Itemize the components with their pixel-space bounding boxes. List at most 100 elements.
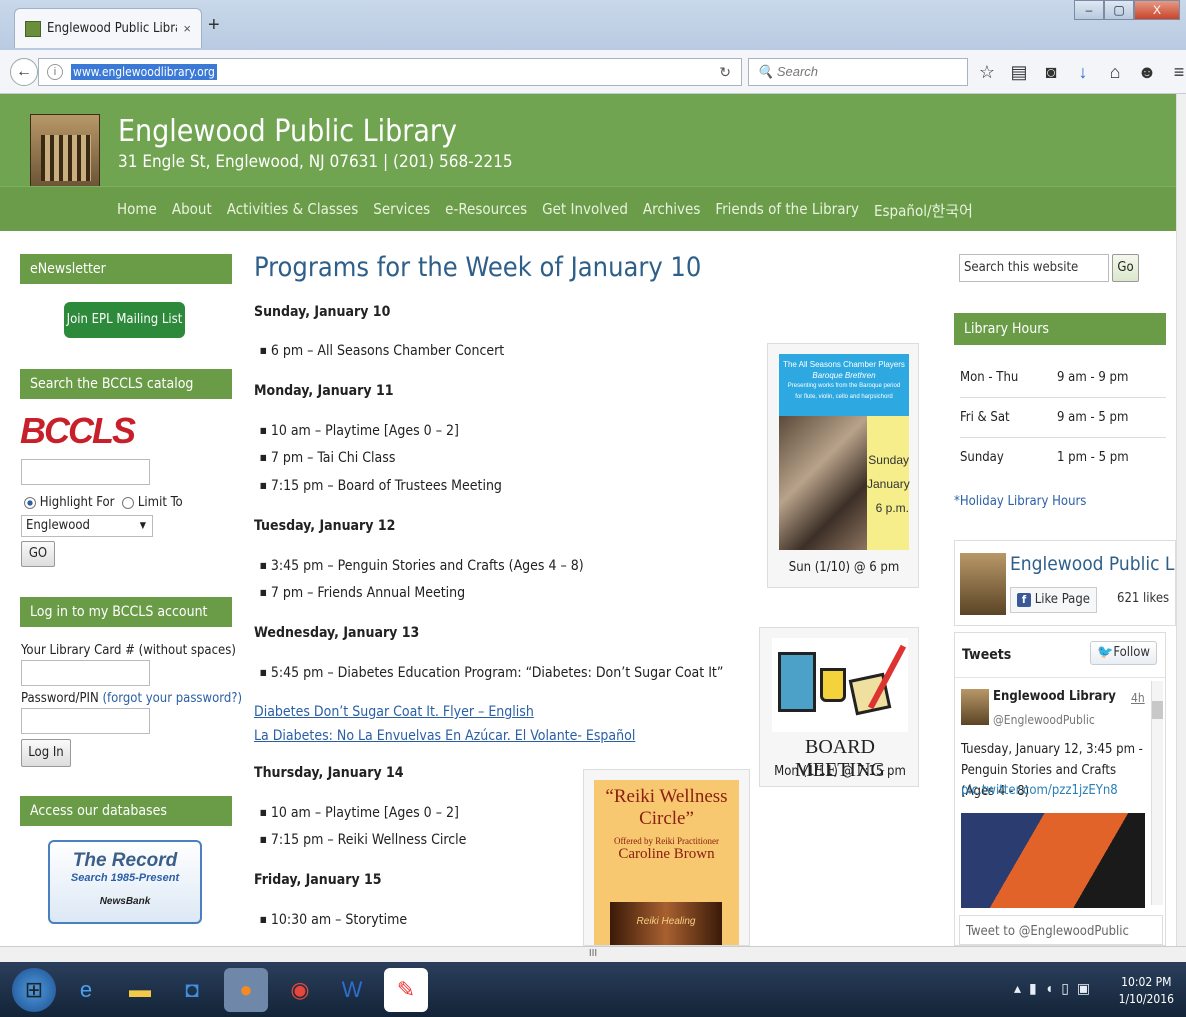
facebook-page-name[interactable]: Englewood Public Library — [1010, 553, 1186, 575]
taskbar-clock[interactable]: 10:02 PM 1/10/2016 — [1119, 974, 1174, 1008]
nav-get-involved[interactable]: Get Involved — [542, 200, 628, 221]
internet-explorer-icon[interactable]: e — [64, 968, 108, 1012]
back-arrow-icon[interactable]: ← — [10, 58, 38, 86]
site-title[interactable]: Englewood Public Library — [118, 114, 457, 149]
concert-caption: Sun (1/10) @ 6 pm — [788, 560, 900, 575]
tweet-handle[interactable]: @EnglewoodPublic — [993, 713, 1095, 727]
facebook-like-button[interactable]: f Like Page — [1010, 587, 1097, 613]
system-tray-icons[interactable]: ▴▮◖▯▣ — [1014, 980, 1098, 997]
firefox-icon[interactable]: ● — [224, 968, 268, 1012]
holiday-hours-link[interactable]: *Holiday Library Hours — [954, 494, 1086, 509]
library-card-input[interactable] — [21, 660, 150, 686]
pocket-icon[interactable]: ◙ — [1040, 62, 1062, 83]
bookmark-star-icon[interactable]: ☆ — [976, 62, 998, 83]
hours-days: Sunday — [960, 450, 1004, 465]
day-heading: Monday, January 11 — [254, 383, 394, 399]
download-icon[interactable]: ↓ — [1072, 62, 1094, 83]
tweet-link[interactable]: pic.twitter.com/pzz1jzEYn8 — [961, 783, 1118, 798]
home-icon[interactable]: ⌂ — [1104, 62, 1126, 83]
page-horizontal-scrollbar[interactable]: III — [0, 946, 1186, 962]
clock-time: 10:02 PM — [1121, 975, 1172, 989]
catalog-go-button[interactable]: GO — [21, 541, 55, 567]
twitter-follow-button[interactable]: 🐦Follow — [1090, 641, 1157, 665]
file-explorer-icon[interactable]: ▬ — [118, 968, 162, 1012]
nav-language[interactable]: Español/한국어 — [874, 200, 973, 221]
nav-activities[interactable]: Activities & Classes — [227, 200, 358, 221]
tweet-scrollbar[interactable] — [1151, 681, 1163, 905]
nav-eresources[interactable]: e-Resources — [445, 200, 527, 221]
board-meeting-card[interactable]: BOARD MEETING Mon (1/11) @ 7:15 pm — [759, 627, 919, 787]
chrome-icon[interactable]: ◉ — [278, 968, 322, 1012]
concert-side2: January — [867, 477, 910, 491]
forgot-password-link[interactable]: (forgot your password?) — [102, 691, 242, 706]
acrobat-icon[interactable]: ✎ — [384, 968, 428, 1012]
browser-search-input[interactable]: 🔍 Search — [748, 58, 968, 86]
the-record-database-link[interactable]: The Record Search 1985-Present NewsBank — [48, 840, 202, 924]
main-nav: Home About Activities & Classes Services… — [117, 200, 988, 221]
nav-about[interactable]: About — [172, 200, 212, 221]
twitter-bird-icon: 🐦 — [1097, 645, 1114, 660]
site-search-input[interactable]: Search this website — [959, 254, 1109, 282]
minimize-button[interactable]: – — [1074, 0, 1104, 20]
pin-label: Password/PIN — [21, 691, 99, 706]
bccls-logo: BCCLS — [20, 410, 136, 451]
tweet-author[interactable]: Englewood Library — [993, 689, 1116, 704]
address-bar[interactable]: i www.englewoodlibrary.org ↻ — [38, 58, 742, 86]
reading-list-icon[interactable]: ▤ — [1008, 62, 1030, 83]
outlook-icon[interactable]: ◘ — [170, 968, 214, 1012]
concert-line4: for flute, violin, cello and harpsichord — [795, 394, 893, 400]
browser-toolbar: ☆ ▤ ◙ ↓ ⌂ ☻ ≡ — [976, 62, 1186, 83]
catalog-search-input[interactable] — [21, 459, 150, 485]
reiki-card[interactable]: “Reiki Wellness Circle” Offered by Reiki… — [583, 769, 750, 946]
day-heading: Sunday, January 10 — [254, 304, 391, 320]
hours-days: Fri & Sat — [960, 410, 1010, 425]
highlight-radio[interactable] — [24, 496, 36, 509]
site-address: 31 Engle St, Englewood, NJ 07631 | (201)… — [118, 152, 513, 172]
nav-archives[interactable]: Archives — [643, 200, 701, 221]
hours-days: Mon - Thu — [960, 370, 1019, 385]
nav-home[interactable]: Home — [117, 200, 157, 221]
menu-icon[interactable]: ≡ — [1168, 62, 1186, 83]
reload-icon[interactable]: ↻ — [719, 64, 731, 81]
pin-label-row: Password/PIN (forgot your password?) — [21, 691, 242, 706]
tweet-photo[interactable] — [961, 813, 1145, 908]
diabetes-flyer-english-link[interactable]: Diabetes Don’t Sugar Coat It. Flyer – En… — [254, 704, 534, 720]
chat-icon[interactable]: ☻ — [1136, 62, 1158, 83]
join-mailing-list-button[interactable]: Join EPL Mailing List — [64, 302, 185, 338]
nav-services[interactable]: Services — [373, 200, 430, 221]
bccls-heading: Search the BCCLS catalog — [20, 369, 232, 399]
hours-time: 9 am - 9 pm — [1057, 370, 1129, 385]
clock-date: 1/10/2016 — [1118, 992, 1174, 1006]
browser-search-placeholder: Search — [776, 64, 819, 79]
site-search-go-button[interactable]: Go — [1112, 254, 1139, 282]
browser-tab[interactable]: Englewood Public Library. ... × — [14, 8, 202, 48]
maximize-button[interactable]: ▢ — [1104, 0, 1134, 20]
pin-input[interactable] — [21, 708, 150, 734]
concert-banner: The All Seasons Chamber Players Baroque … — [779, 354, 909, 416]
close-tab-icon[interactable]: × — [183, 21, 191, 36]
limit-radio[interactable] — [122, 496, 135, 509]
new-tab-button[interactable]: + — [208, 14, 220, 37]
musicians-photo — [779, 416, 867, 550]
close-window-button[interactable]: X — [1134, 0, 1180, 20]
site-info-icon[interactable]: i — [47, 64, 63, 80]
concert-date-panel: Sunday January 6 p.m. — [867, 416, 910, 550]
concert-card[interactable]: The All Seasons Chamber Players Baroque … — [767, 343, 919, 588]
library-logo-image[interactable] — [30, 114, 100, 188]
login-button[interactable]: Log In — [21, 739, 71, 767]
start-button[interactable]: ⊞ — [12, 968, 56, 1012]
tweet-avatar[interactable] — [961, 689, 989, 725]
facebook-likes-count: 621 likes — [1117, 591, 1170, 606]
reiki-flyer: “Reiki Wellness Circle” Offered by Reiki… — [594, 780, 739, 945]
diabetes-flyer-spanish-link[interactable]: La Diabetes: No La Envuelvas En Azúcar. … — [254, 728, 635, 744]
library-select[interactable]: Englewood ▼ — [21, 515, 153, 537]
tweet-to-button[interactable]: Tweet to @EnglewoodPublic — [959, 915, 1163, 945]
page-vertical-scrollbar[interactable] — [1176, 94, 1186, 946]
tweet-time[interactable]: 4h — [1131, 691, 1145, 705]
nav-friends[interactable]: Friends of the Library — [715, 200, 859, 221]
word-icon[interactable]: W — [330, 968, 374, 1012]
facebook-page-image[interactable] — [960, 553, 1006, 615]
event-item: 6 pm – All Seasons Chamber Concert — [260, 343, 504, 359]
databases-heading: Access our databases — [20, 796, 232, 826]
url-text[interactable]: www.englewoodlibrary.org — [71, 64, 217, 80]
